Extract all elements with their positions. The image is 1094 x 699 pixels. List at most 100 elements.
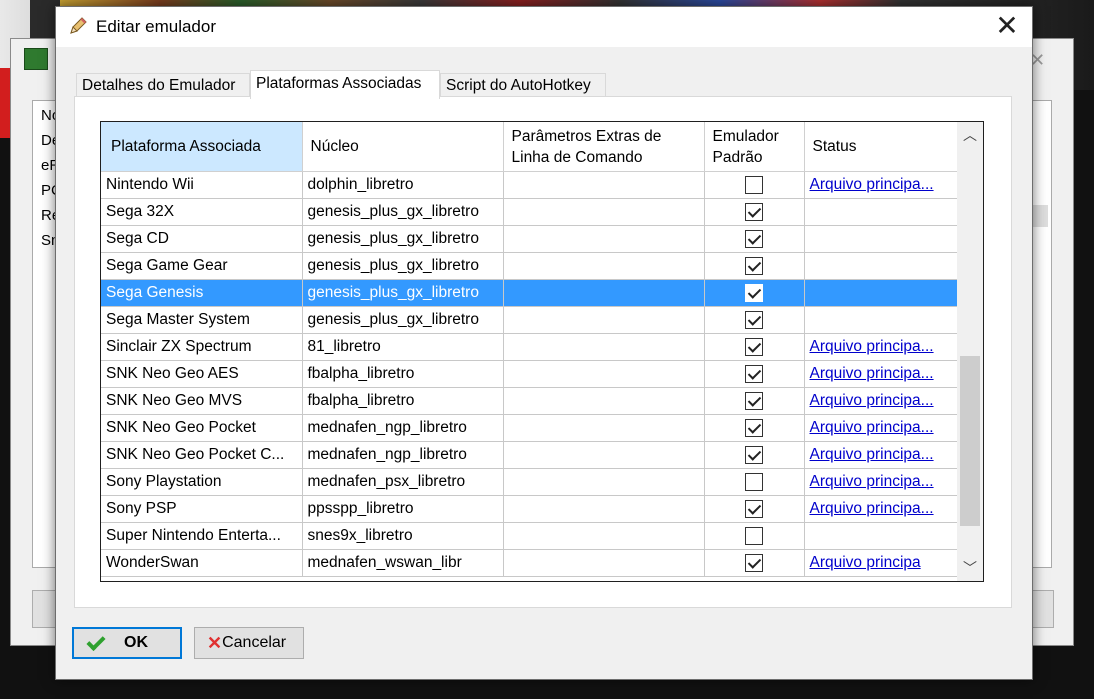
platform-cell[interactable]: SNK Neo Geo Pocket	[101, 414, 303, 442]
tab-autohotkey-script[interactable]: Script do AutoHotkey	[440, 73, 606, 97]
default-emulator-checkbox[interactable]	[745, 229, 763, 248]
status-link[interactable]: Arquivo principa...	[810, 473, 934, 490]
platform-cell[interactable]: Sega 32X	[101, 198, 303, 226]
table-row[interactable]: Sinclair ZX Spectrum 81_libretro Arquivo p…	[101, 333, 958, 361]
table-row[interactable]: Sega Master System genesis_plus_gx_libret…	[101, 306, 958, 334]
default-emulator-checkbox[interactable]	[745, 445, 763, 464]
scroll-up-chevron-icon[interactable]: ︿	[957, 122, 983, 148]
status-link[interactable]: Arquivo principa...	[810, 338, 934, 355]
params-cell[interactable]	[503, 279, 705, 307]
default-emulator-checkbox[interactable]	[745, 472, 763, 491]
table-row[interactable]: SNK Neo Geo AES fbalpha_libretro Arquivo p…	[101, 360, 958, 388]
table-row[interactable]: SNK Neo Geo Pocket mednafen_ngp_libretro A…	[101, 414, 958, 442]
params-cell[interactable]	[503, 198, 705, 226]
params-cell[interactable]	[503, 252, 705, 280]
platform-cell[interactable]: Sony PSP	[101, 495, 303, 523]
platform-cell[interactable]: Sega CD	[101, 225, 303, 253]
platform-cell[interactable]: SNK Neo Geo AES	[101, 360, 303, 388]
vertical-scrollbar[interactable]: ︿ ﹀	[957, 122, 983, 581]
default-emulator-checkbox[interactable]	[745, 418, 763, 437]
platform-cell[interactable]: Sinclair ZX Spectrum	[101, 333, 303, 361]
table-row[interactable]: Sony Playstation mednafen_psx_libretro Arq…	[101, 468, 958, 496]
core-cell[interactable]: genesis_plus_gx_libretro	[302, 279, 504, 307]
params-cell[interactable]	[503, 522, 705, 550]
default-emulator-checkbox[interactable]	[745, 337, 763, 356]
params-cell[interactable]	[503, 360, 705, 388]
default-emulator-checkbox[interactable]	[745, 499, 763, 518]
column-header-params[interactable]: Parâmetros Extras de Linha de Comando	[503, 122, 705, 172]
core-cell[interactable]: fbalpha_libretro	[302, 387, 504, 415]
core-cell[interactable]: 81_libretro	[302, 333, 504, 361]
default-emulator-checkbox[interactable]	[745, 391, 763, 410]
default-emulator-checkbox[interactable]	[745, 283, 763, 302]
default-emulator-checkbox[interactable]	[745, 364, 763, 383]
core-cell[interactable]: mednafen_psx_libretro	[302, 468, 504, 496]
params-cell[interactable]	[503, 441, 705, 469]
ok-button[interactable]: OK	[72, 627, 182, 659]
params-cell[interactable]	[503, 549, 705, 577]
tab-emulator-details[interactable]: Detalhes do Emulador	[76, 73, 250, 97]
platform-cell[interactable]: SNK Neo Geo Pocket C...	[101, 441, 303, 469]
default-emulator-checkbox[interactable]	[745, 256, 763, 275]
table-row[interactable]: Nintendo Wii dolphin_libretro Arquivo prin…	[101, 171, 958, 199]
core-cell[interactable]: mednafen_ngp_libretro	[302, 414, 504, 442]
status-link[interactable]: Arquivo principa...	[810, 365, 934, 382]
column-header-platform[interactable]: Plataforma Associada	[101, 122, 303, 172]
default-emulator-checkbox[interactable]	[745, 526, 763, 545]
table-row[interactable]: Sega Genesis genesis_plus_gx_libretro	[101, 279, 958, 307]
platform-cell[interactable]: SNK Neo Geo MVS	[101, 387, 303, 415]
table-row[interactable]: Super Nintendo Enterta... snes9x_libretro	[101, 522, 958, 550]
default-emulator-checkbox[interactable]	[745, 175, 763, 194]
table-row[interactable]: Sega 32X genesis_plus_gx_libretro	[101, 198, 958, 226]
scrollbar-thumb[interactable]	[960, 356, 980, 526]
scroll-down-chevron-icon[interactable]: ﹀	[957, 555, 983, 581]
params-cell[interactable]	[503, 387, 705, 415]
core-cell[interactable]: fbalpha_libretro	[302, 360, 504, 388]
status-link[interactable]: Arquivo principa...	[810, 446, 934, 463]
core-cell[interactable]: genesis_plus_gx_libretro	[302, 306, 504, 334]
platform-cell[interactable]: Nintendo Wii	[101, 171, 303, 199]
column-header-core[interactable]: Núcleo	[302, 122, 504, 172]
platform-cell[interactable]: WonderSwan	[101, 549, 303, 577]
core-cell[interactable]: ppsspp_libretro	[302, 495, 504, 523]
core-cell[interactable]: mednafen_ngp_libretro	[302, 441, 504, 469]
close-button[interactable]: ✕	[990, 11, 1024, 43]
default-emulator-checkbox[interactable]	[745, 553, 763, 572]
platform-cell[interactable]: Sega Genesis	[101, 279, 303, 307]
core-cell[interactable]: genesis_plus_gx_libretro	[302, 252, 504, 280]
column-header-default[interactable]: Emulador Padrão	[704, 122, 805, 172]
params-cell[interactable]	[503, 495, 705, 523]
params-cell[interactable]	[503, 468, 705, 496]
table-row[interactable]: SNK Neo Geo MVS fbalpha_libretro Arquivo p…	[101, 387, 958, 415]
tab-associated-platforms[interactable]: Plataformas Associadas	[250, 70, 440, 99]
core-cell[interactable]: genesis_plus_gx_libretro	[302, 225, 504, 253]
table-row[interactable]: Sega CD genesis_plus_gx_libretro	[101, 225, 958, 253]
platform-cell[interactable]: Sega Game Gear	[101, 252, 303, 280]
params-cell[interactable]	[503, 306, 705, 334]
status-link[interactable]: Arquivo principa...	[810, 176, 934, 193]
column-header-status[interactable]: Status	[804, 122, 958, 172]
table-row[interactable]: Sony PSP ppsspp_libretro Arquivo principa.…	[101, 495, 958, 523]
table-row[interactable]: SNK Neo Geo Pocket C... mednafen_ngp_libr…	[101, 441, 958, 469]
status-link[interactable]: Arquivo principa...	[810, 392, 934, 409]
table-row[interactable]: WonderSwan mednafen_wswan_libr Arquivo pri…	[101, 549, 958, 577]
platform-cell[interactable]: Sony Playstation	[101, 468, 303, 496]
params-cell[interactable]	[503, 225, 705, 253]
core-cell[interactable]: dolphin_libretro	[302, 171, 504, 199]
params-cell[interactable]	[503, 414, 705, 442]
platform-cell[interactable]: Sega Master System	[101, 306, 303, 334]
cancel-button[interactable]: ✕ Cancelar	[194, 627, 304, 659]
status-link[interactable]: Arquivo principa...	[810, 419, 934, 436]
table-row[interactable]: Sega Game Gear genesis_plus_gx_libretro	[101, 252, 958, 280]
core-cell[interactable]: snes9x_libretro	[302, 522, 504, 550]
core-cell[interactable]: genesis_plus_gx_libretro	[302, 198, 504, 226]
default-emulator-checkbox[interactable]	[745, 202, 763, 221]
default-emulator-cell	[704, 225, 805, 253]
params-cell[interactable]	[503, 333, 705, 361]
core-cell[interactable]: mednafen_wswan_libr	[302, 549, 504, 577]
platform-cell[interactable]: Super Nintendo Enterta...	[101, 522, 303, 550]
default-emulator-checkbox[interactable]	[745, 310, 763, 329]
params-cell[interactable]	[503, 171, 705, 199]
status-link[interactable]: Arquivo principa...	[810, 500, 934, 517]
status-link[interactable]: Arquivo principa	[810, 554, 921, 571]
